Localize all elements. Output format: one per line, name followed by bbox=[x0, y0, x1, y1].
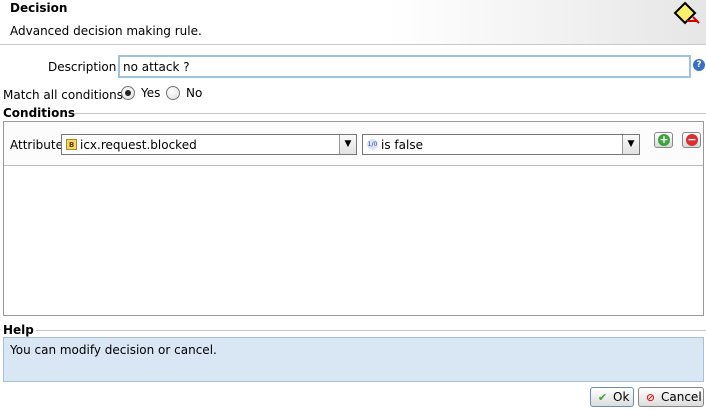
minus-icon: − bbox=[686, 133, 698, 146]
conditions-title: Conditions bbox=[3, 106, 76, 120]
chevron-down-icon[interactable]: ▼ bbox=[622, 135, 639, 154]
operator-select-value: is false bbox=[381, 138, 423, 152]
operator-select[interactable]: 1/0 is false ▼ bbox=[362, 134, 640, 155]
add-condition-button[interactable]: + bbox=[654, 132, 673, 148]
help-separator bbox=[36, 330, 706, 331]
help-text: You can modify decision or cancel. bbox=[3, 337, 704, 382]
boolean-operator-icon: 1/0 bbox=[367, 139, 378, 150]
attribute-select-value: icx.request.blocked bbox=[80, 138, 197, 152]
cancel-button-label: Cancel bbox=[661, 390, 702, 404]
decision-diamond-icon bbox=[673, 1, 700, 25]
match-all-yes-radio[interactable] bbox=[121, 86, 135, 100]
match-all-label: Match all conditions bbox=[3, 88, 123, 102]
ok-button[interactable]: ✔ Ok bbox=[590, 387, 634, 407]
chevron-down-icon[interactable]: ▼ bbox=[339, 135, 356, 154]
dialog-title: Decision bbox=[10, 1, 68, 15]
help-title: Help bbox=[3, 323, 34, 337]
attribute-select[interactable]: B icx.request.blocked ▼ bbox=[61, 134, 357, 155]
match-all-yes-label[interactable]: Yes bbox=[141, 86, 160, 100]
dialog-header: Decision Advanced decision making rule. bbox=[0, 0, 706, 45]
description-input[interactable] bbox=[118, 55, 691, 78]
cancel-icon: ⊘ bbox=[645, 391, 656, 404]
help-question-icon[interactable]: ? bbox=[693, 59, 705, 71]
description-label: Description bbox=[48, 60, 117, 74]
checkmark-icon: ✔ bbox=[597, 391, 608, 404]
dialog-subtitle: Advanced decision making rule. bbox=[10, 24, 202, 38]
plus-icon: + bbox=[658, 133, 670, 146]
condition-attribute-label: Attribute bbox=[10, 138, 63, 152]
conditions-separator bbox=[74, 113, 706, 114]
match-all-no-radio[interactable] bbox=[166, 86, 180, 100]
boolean-attribute-icon: B bbox=[66, 139, 77, 150]
match-all-no-label[interactable]: No bbox=[186, 86, 202, 100]
remove-condition-button[interactable]: − bbox=[682, 132, 701, 148]
ok-button-label: Ok bbox=[613, 390, 630, 404]
cancel-button[interactable]: ⊘ Cancel bbox=[638, 387, 704, 407]
